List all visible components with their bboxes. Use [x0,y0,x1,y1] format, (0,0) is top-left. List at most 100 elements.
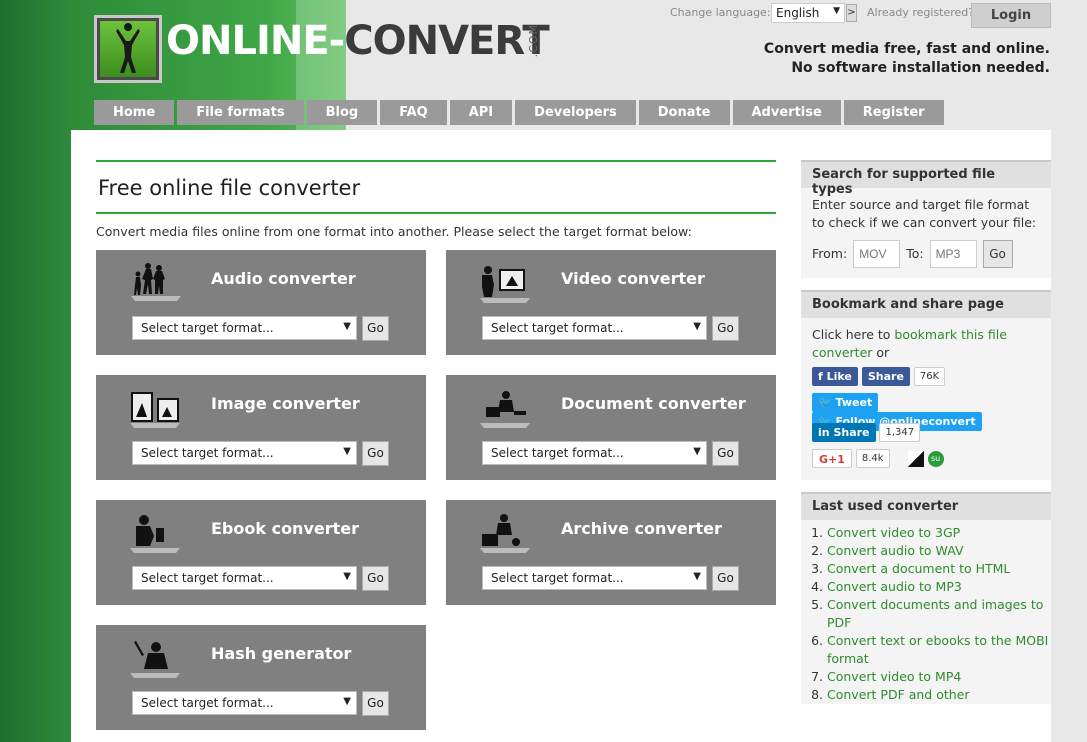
delicious-icon[interactable] [907,450,924,467]
stumbleupon-icon[interactable]: su [927,450,944,467]
to-label: To: [906,246,924,261]
nav-advertise[interactable]: Advertise [732,100,841,125]
dropdown-arrow-icon: ▼ [693,571,701,582]
facebook-icon: f [818,370,827,383]
left-green-background [0,0,71,742]
last-used-converter-box: Last used converter Convert video to 3GP… [801,492,1051,704]
to-format-input[interactable] [929,240,977,268]
bookmark-box-title: Bookmark and share page [801,292,1051,318]
list-item[interactable]: Convert video to 3GP [827,524,1051,542]
nav-register[interactable]: Register [843,100,944,125]
main-nav: Home File formats Blog FAQ API Developer… [94,100,944,125]
nav-blog[interactable]: Blog [306,100,378,125]
already-registered-label: Already registered? [867,6,975,19]
nav-developers[interactable]: Developers [515,100,636,125]
list-item[interactable]: Convert video to MP4 [827,668,1051,686]
nav-donate[interactable]: Donate [638,100,730,125]
logo-wordmark[interactable]: ONLINE-CONVERT [166,21,550,61]
linkedin-share-button[interactable]: in Share [812,423,876,442]
list-item[interactable]: Convert documents and images to PDF [827,596,1051,632]
video-camera-icon [480,266,530,303]
bookmark-text-before: Click here to [812,327,895,342]
go-button[interactable]: Go [362,691,389,716]
language-select[interactable]: English ▼ [771,3,845,23]
audio-converter-panel: Audio converter Select target format... ▼… [96,250,426,355]
bookmark-text: Click here to bookmark this file convert… [812,326,1040,362]
dropdown-arrow-icon: ▼ [343,321,351,332]
tagline-line-1: Convert media free, fast and online. [763,41,1050,57]
converter-name: Hash generator [211,644,352,663]
hash-generator-panel: Hash generator Select target format... ▼ … [96,625,426,730]
document-desk-icon [480,391,530,428]
from-label: From: [812,246,848,261]
go-button[interactable]: Go [712,316,739,341]
list-item[interactable]: Convert audio to MP3 [827,578,1051,596]
target-format-select[interactable]: Select target format... ▼ [132,566,357,590]
language-go-button[interactable]: > [846,4,857,22]
change-language-label: Change language: [670,6,771,19]
dropdown-arrow-icon: ▼ [693,321,701,332]
sidebar: Search for supported file types Enter so… [801,160,1051,716]
search-go-button[interactable]: Go [982,240,1013,268]
nav-home[interactable]: Home [94,100,175,125]
search-box-text: Enter source and target file format to c… [812,197,1037,230]
target-format-select[interactable]: Select target format... ▼ [132,316,357,340]
go-button[interactable]: Go [712,566,739,591]
go-button[interactable]: Go [362,566,389,591]
page-title-box: Free online file converter [96,160,776,214]
main-column: Free online file converter Convert media… [96,160,776,730]
last-used-title: Last used converter [801,494,1051,520]
go-button[interactable]: Go [362,316,389,341]
image-frame-icon [130,392,180,428]
from-format-input[interactable] [853,240,901,268]
google-plus-button[interactable]: G+1 [812,449,852,468]
login-button[interactable]: Login [971,3,1051,28]
dropdown-arrow-icon: ▼ [833,6,840,16]
archive-converter-panel: Archive converter Select target format..… [446,500,776,605]
ebook-reader-icon [130,515,180,553]
tweet-button[interactable]: 🐦 Tweet [812,393,879,412]
document-converter-panel: Document converter Select target format.… [446,375,776,480]
facebook-share-button[interactable]: Share [861,367,910,386]
nav-file-formats[interactable]: File formats [177,100,304,125]
converter-name: Image converter [211,394,360,413]
nav-faq[interactable]: FAQ [380,100,447,125]
search-file-types-box: Search for supported file types Enter so… [801,160,1051,278]
list-item[interactable]: Convert a document to HTML [827,560,1051,578]
nav-api[interactable]: API [449,100,513,125]
list-item[interactable]: Convert text or ebooks to the MOBI forma… [827,632,1051,668]
target-format-select[interactable]: Select target format... ▼ [482,441,707,465]
go-button[interactable]: Go [362,441,389,466]
dropdown-arrow-icon: ▼ [693,446,701,457]
converter-name: Video converter [561,269,705,288]
dropdown-arrow-icon: ▼ [343,446,351,457]
logo-com-suffix: .COM [527,24,540,58]
target-format-select[interactable]: Select target format... ▼ [482,316,707,340]
image-converter-panel: Image converter Select target format... ▼… [96,375,426,480]
search-box-title: Search for supported file types [801,162,1051,197]
facebook-count: 76K [913,367,946,386]
google-plus-count: 8.4k [855,449,890,468]
converter-name: Ebook converter [211,519,360,538]
twitter-bird-icon: 🐦 [818,396,836,409]
last-used-list: Convert video to 3GP Convert audio to WA… [801,524,1051,704]
list-item[interactable]: Convert PDF and other [827,686,1051,704]
converter-name: Audio converter [211,269,356,288]
content-area: Free online file converter Convert media… [71,130,1051,742]
target-format-select[interactable]: Select target format... ▼ [482,566,707,590]
target-format-select[interactable]: Select target format... ▼ [132,441,357,465]
list-item[interactable]: Convert audio to WAV [827,542,1051,560]
target-format-select[interactable]: Select target format... ▼ [132,691,357,715]
linkedin-count: 1,347 [879,423,921,442]
logo-figure-icon[interactable] [94,15,162,83]
archive-box-icon [480,514,530,553]
bookmark-text-after: or [872,345,890,360]
video-converter-panel: Video converter Select target format... ▼… [446,250,776,355]
audio-people-icon [131,263,181,301]
facebook-like-button[interactable]: f Like [812,367,858,386]
tagline-line-2: No software installation needed. [791,60,1050,76]
page-title: Free online file converter [98,176,361,200]
tagline: Convert media free, fast and online. No … [764,40,1050,78]
converter-name: Archive converter [561,519,722,538]
go-button[interactable]: Go [712,441,739,466]
